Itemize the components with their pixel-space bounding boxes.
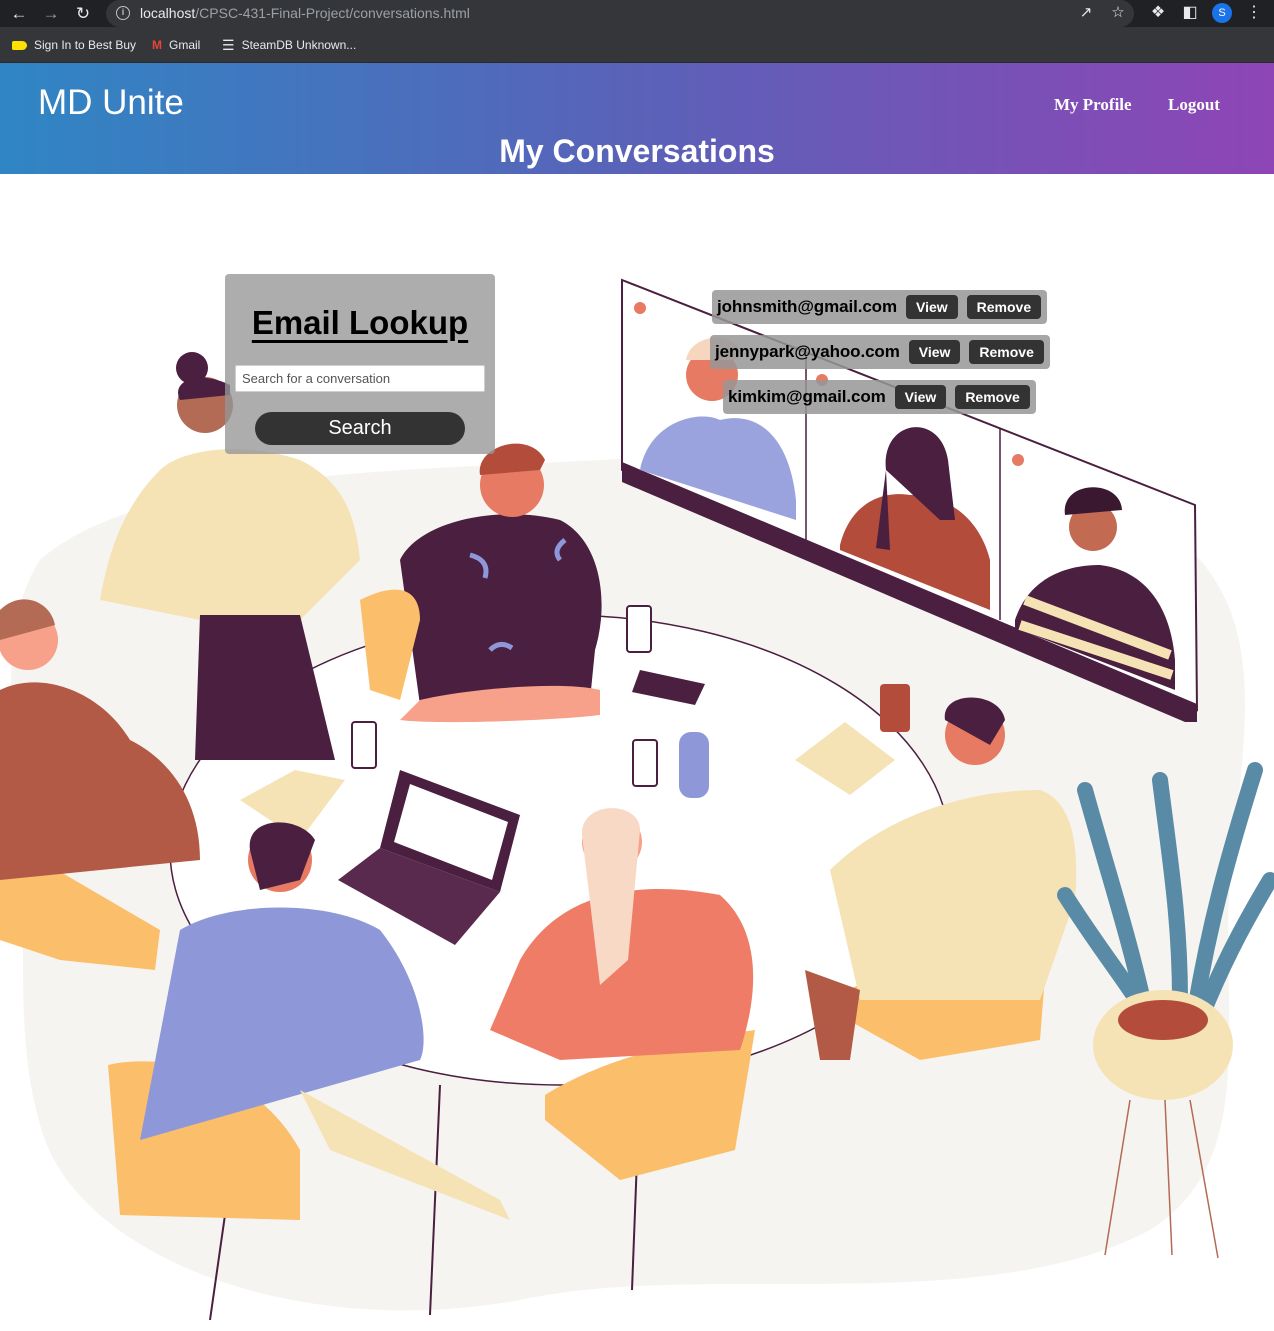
browser-toolbar: ← → ↻ i localhost/CPSC-431-Final-Project… (0, 0, 1274, 27)
view-button[interactable]: View (908, 340, 961, 364)
back-arrow-icon[interactable]: ← (8, 3, 30, 25)
email-lookup-panel: Email Lookup Search (225, 274, 495, 454)
bestbuy-tag-icon (12, 40, 27, 50)
bookmark-label: Sign In to Best Buy (34, 38, 137, 52)
conversation-row: kimkim@gmail.com View Remove (723, 380, 1036, 414)
remove-button[interactable]: Remove (955, 385, 1030, 409)
bookmark-steamdb[interactable]: ☰ SteamDB Unknown... (222, 36, 356, 54)
conversation-email: jennypark@yahoo.com (715, 342, 900, 361)
bookmark-gmail[interactable]: M Gmail (152, 36, 200, 54)
site-header: MD Unite My Profile Logout My Conversati… (0, 63, 1274, 174)
lookup-title: Email Lookup (251, 304, 469, 341)
view-button[interactable]: View (905, 295, 958, 319)
bookmark-label: Gmail (169, 38, 201, 52)
bookmark-star-icon[interactable]: ☆ (1108, 3, 1128, 23)
gmail-icon: M (152, 38, 162, 52)
bookmark-bestbuy[interactable]: Sign In to Best Buy (12, 36, 136, 54)
bookmark-label: SteamDB Unknown... (241, 38, 357, 52)
search-button[interactable]: Search (255, 412, 465, 445)
view-button[interactable]: View (894, 385, 947, 409)
site-info-icon[interactable]: i (116, 6, 130, 20)
url-text[interactable]: localhost/CPSC-431-Final-Project/convers… (140, 5, 470, 21)
conversation-search-input[interactable] (235, 365, 485, 392)
remove-button[interactable]: Remove (966, 295, 1042, 319)
page-title: My Conversations (499, 133, 775, 169)
nav-logout[interactable]: Logout (1168, 95, 1220, 115)
brand-logo[interactable]: MD Unite (38, 83, 184, 123)
conversation-row: jennypark@yahoo.com View Remove (710, 335, 1050, 369)
conversation-row: johnsmith@gmail.com View Remove (712, 290, 1048, 324)
side-panel-icon[interactable]: ◧ (1180, 3, 1200, 23)
conversation-email: kimkim@gmail.com (728, 387, 886, 406)
forward-arrow-icon[interactable]: → (40, 3, 62, 25)
steamdb-icon: ☰ (222, 36, 235, 53)
nav-my-profile[interactable]: My Profile (1054, 95, 1132, 115)
reload-icon[interactable]: ↻ (72, 3, 94, 25)
kebab-menu-icon[interactable]: ⋮ (1246, 3, 1262, 23)
meeting-illustration (0, 278, 1274, 1321)
bookmarks-bar: Sign In to Best Buy M Gmail ☰ SteamDB Un… (0, 27, 1274, 63)
address-bar[interactable]: i localhost/CPSC-431-Final-Project/conve… (106, 0, 1134, 27)
share-icon[interactable]: ↗ (1076, 3, 1096, 23)
conversation-email: johnsmith@gmail.com (717, 297, 897, 316)
profile-avatar[interactable]: S (1212, 3, 1232, 23)
remove-button[interactable]: Remove (969, 340, 1044, 364)
extensions-puzzle-icon[interactable]: ❖ (1148, 3, 1168, 23)
